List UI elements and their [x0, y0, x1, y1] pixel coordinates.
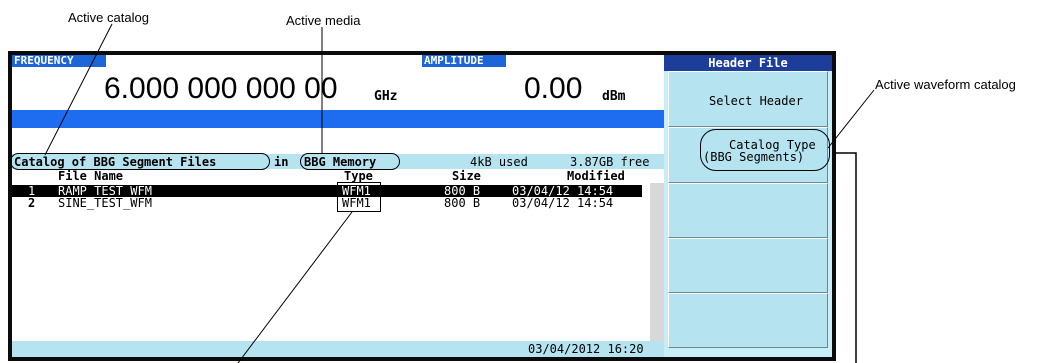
callout-leader-lines	[44, 23, 875, 363]
